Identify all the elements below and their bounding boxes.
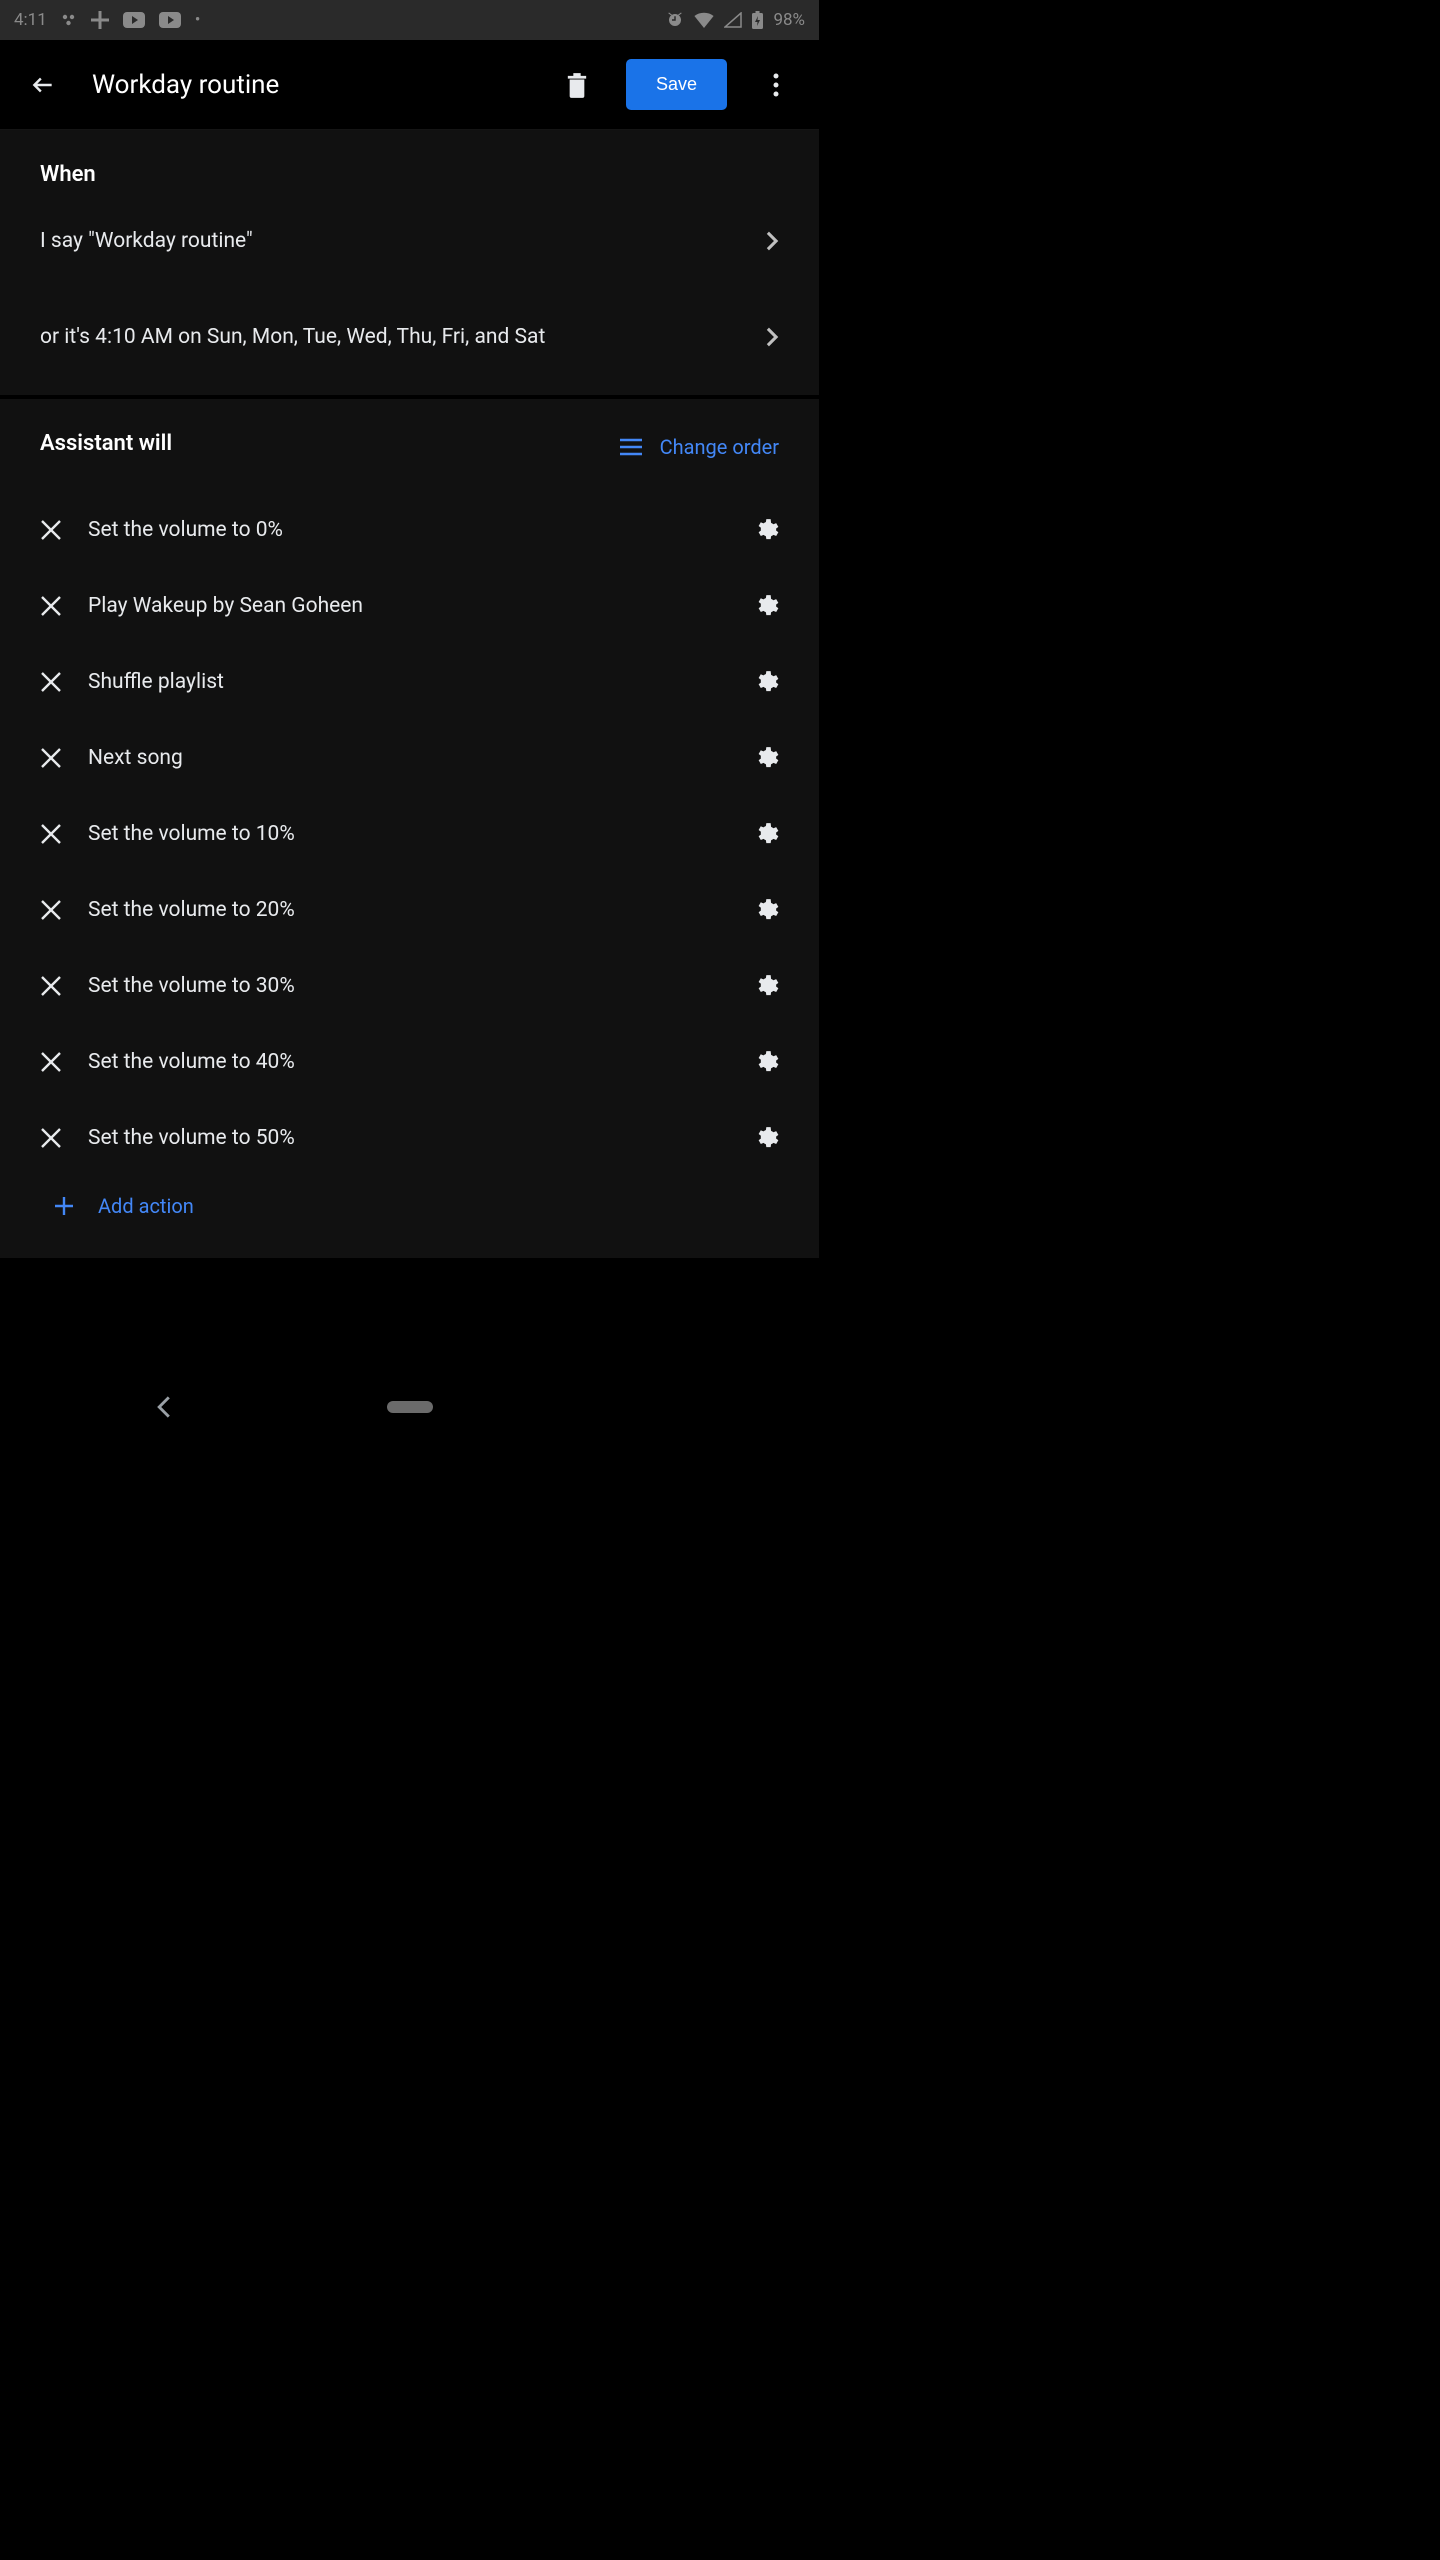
status-left: 4:11 •	[14, 10, 201, 30]
assistant-section: Assistant will Change order	[0, 399, 819, 472]
action-settings-button[interactable]	[753, 593, 779, 619]
save-button[interactable]: Save	[626, 59, 727, 110]
action-label: Set the volume to 30%	[88, 974, 753, 998]
action-label: Next song	[88, 746, 753, 770]
overflow-menu-button[interactable]	[755, 64, 797, 106]
navigation-bar	[0, 1374, 819, 1440]
action-settings-button[interactable]	[753, 517, 779, 543]
slack-icon	[91, 11, 109, 29]
trigger-voice-command[interactable]: I say "Workday routine"	[40, 193, 779, 289]
add-action-label: Add action	[98, 1194, 194, 1218]
action-settings-button[interactable]	[753, 669, 779, 695]
when-section: When I say "Workday routine" or it's 4:1…	[0, 130, 819, 395]
remove-action-button[interactable]	[40, 595, 88, 617]
trigger-label: or it's 4:10 AM on Sun, Mon, Tue, Wed, T…	[40, 325, 545, 349]
action-settings-button[interactable]	[753, 745, 779, 771]
remove-action-button[interactable]	[40, 1127, 88, 1149]
remove-action-button[interactable]	[40, 1051, 88, 1073]
action-label: Shuffle playlist	[88, 670, 753, 694]
youtube-icon-2	[159, 12, 181, 28]
action-label: Play Wakeup by Sean Goheen	[88, 594, 753, 618]
plus-icon	[54, 1196, 74, 1216]
status-bar: 4:11 • 98%	[0, 0, 819, 40]
action-row: Set the volume to 50%	[40, 1100, 779, 1176]
action-label: Set the volume to 0%	[88, 518, 753, 542]
clock-text: 4:11	[14, 10, 47, 30]
action-row: Set the volume to 40%	[40, 1024, 779, 1100]
action-label: Set the volume to 50%	[88, 1126, 753, 1150]
chevron-right-icon	[765, 326, 779, 348]
status-right: 98%	[666, 10, 805, 30]
action-row: Set the volume to 20%	[40, 872, 779, 948]
alarm-icon	[666, 11, 684, 29]
action-settings-button[interactable]	[753, 973, 779, 999]
more-notifications-dot: •	[195, 10, 201, 30]
nav-home-pill[interactable]	[387, 1401, 433, 1413]
assistant-header: Assistant will	[40, 431, 172, 456]
actions-list: Set the volume to 0% Play Wakeup by Sean …	[0, 472, 819, 1258]
action-row: Play Wakeup by Sean Goheen	[40, 568, 779, 644]
action-label: Set the volume to 20%	[88, 898, 753, 922]
action-settings-button[interactable]	[753, 897, 779, 923]
back-button[interactable]	[22, 64, 64, 106]
trigger-schedule[interactable]: or it's 4:10 AM on Sun, Mon, Tue, Wed, T…	[40, 289, 779, 385]
action-label: Set the volume to 40%	[88, 1050, 753, 1074]
remove-action-button[interactable]	[40, 899, 88, 921]
add-action-button[interactable]: Add action	[40, 1176, 779, 1248]
chevron-right-icon	[765, 230, 779, 252]
nav-back-button[interactable]	[156, 1395, 172, 1419]
app-bar: Workday routine Save	[0, 40, 819, 130]
change-order-button[interactable]: Change order	[620, 435, 779, 459]
remove-action-button[interactable]	[40, 671, 88, 693]
reorder-icon	[620, 438, 642, 456]
action-row: Next song	[40, 720, 779, 796]
change-order-label: Change order	[660, 435, 779, 459]
action-settings-button[interactable]	[753, 1049, 779, 1075]
remove-action-button[interactable]	[40, 823, 88, 845]
wifi-icon	[694, 12, 714, 28]
remove-action-button[interactable]	[40, 975, 88, 997]
delete-button[interactable]	[556, 64, 598, 106]
remove-action-button[interactable]	[40, 747, 88, 769]
action-label: Set the volume to 10%	[88, 822, 753, 846]
battery-percent: 98%	[773, 10, 805, 30]
action-row: Set the volume to 10%	[40, 796, 779, 872]
action-settings-button[interactable]	[753, 1125, 779, 1151]
action-row: Set the volume to 0%	[40, 492, 779, 568]
content-area: When I say "Workday routine" or it's 4:1…	[0, 130, 819, 1258]
page-title: Workday routine	[92, 70, 528, 100]
action-settings-button[interactable]	[753, 821, 779, 847]
action-row: Shuffle playlist	[40, 644, 779, 720]
assistant-dots-icon	[61, 12, 77, 28]
action-row: Set the volume to 30%	[40, 948, 779, 1024]
battery-icon	[752, 11, 763, 29]
remove-action-button[interactable]	[40, 519, 88, 541]
signal-icon	[724, 12, 742, 28]
trigger-label: I say "Workday routine"	[40, 229, 253, 253]
when-header: When	[40, 162, 779, 187]
youtube-icon	[123, 12, 145, 28]
